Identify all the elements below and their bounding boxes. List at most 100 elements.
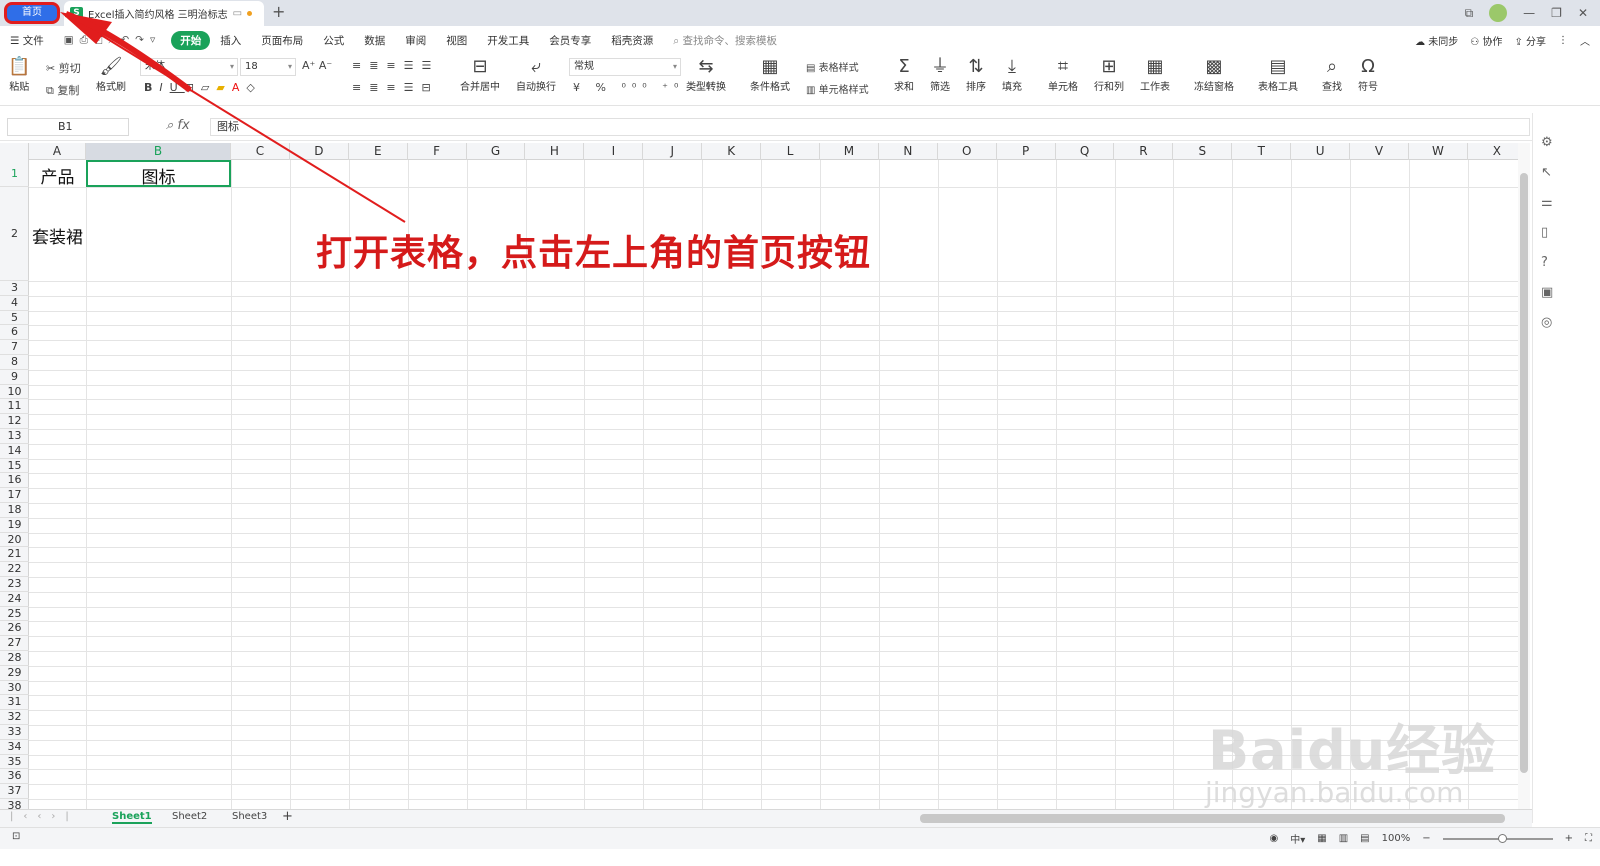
merge-center-button[interactable]: ⊟ 合并居中 bbox=[460, 56, 500, 93]
sheet-tab-1[interactable]: Sheet1 bbox=[112, 811, 152, 824]
table-style-button[interactable]: ▤ 表格样式 bbox=[806, 59, 859, 74]
style-icon[interactable]: ⚙ bbox=[1541, 135, 1553, 150]
row-header-16[interactable]: 16 bbox=[0, 473, 29, 489]
row-header-33[interactable]: 33 bbox=[0, 725, 29, 740]
restore-icon[interactable]: ❐ bbox=[1551, 6, 1562, 20]
column-header-l[interactable]: L bbox=[761, 143, 820, 160]
zoom-in-icon[interactable]: + bbox=[1565, 833, 1573, 844]
row-header-11[interactable]: 11 bbox=[0, 399, 29, 415]
more-icon[interactable]: ⋮ bbox=[1558, 35, 1568, 46]
column-header-m[interactable]: M bbox=[820, 143, 879, 160]
add-sheet-button[interactable]: + bbox=[282, 809, 293, 824]
column-header-x[interactable]: X bbox=[1468, 143, 1518, 160]
tab-docer[interactable]: 稻壳资源 bbox=[601, 33, 663, 48]
find-button[interactable]: ⌕ 查找 bbox=[1322, 56, 1342, 93]
column-header-i[interactable]: I bbox=[584, 143, 644, 160]
row-header-20[interactable]: 20 bbox=[0, 533, 29, 548]
filter-button[interactable]: ⏚ 筛选 bbox=[930, 56, 950, 93]
row-header-19[interactable]: 19 bbox=[0, 518, 29, 533]
column-header-v[interactable]: V bbox=[1350, 143, 1409, 160]
tab-developer[interactable]: 开发工具 bbox=[477, 33, 539, 48]
row-header-21[interactable]: 21 bbox=[0, 547, 29, 563]
row-header-35[interactable]: 35 bbox=[0, 755, 29, 770]
zoom-level[interactable]: 100% bbox=[1382, 833, 1411, 844]
row-header-26[interactable]: 26 bbox=[0, 621, 29, 637]
row-header-36[interactable]: 36 bbox=[0, 769, 29, 785]
tab-member[interactable]: 会员专享 bbox=[539, 33, 601, 48]
row-header-38[interactable]: 38 bbox=[0, 799, 29, 809]
row-header-9[interactable]: 9 bbox=[0, 370, 29, 385]
settings-icon[interactable]: ⚌ bbox=[1541, 195, 1553, 210]
table-tools-button[interactable]: ▤ 表格工具 bbox=[1258, 56, 1298, 93]
eye-icon[interactable]: ◉ bbox=[1270, 833, 1279, 844]
sum-button[interactable]: Σ 求和 bbox=[894, 56, 914, 93]
row-header-28[interactable]: 28 bbox=[0, 651, 29, 666]
sheet-tab-2[interactable]: Sheet2 bbox=[172, 811, 207, 822]
row-header-5[interactable]: 5 bbox=[0, 311, 29, 326]
row-header-3[interactable]: 3 bbox=[0, 281, 29, 296]
collab-button[interactable]: ⚇ 协作 bbox=[1470, 33, 1502, 48]
row-col-button[interactable]: ⊞ 行和列 bbox=[1094, 56, 1124, 93]
command-search[interactable]: ⌕ 查找命令、搜索模板 bbox=[663, 33, 787, 48]
row-header-13[interactable]: 13 bbox=[0, 429, 29, 444]
share-button[interactable]: ⇪ 分享 bbox=[1514, 33, 1546, 48]
type-convert-button[interactable]: ⇆ 类型转换 bbox=[686, 56, 726, 93]
row-header-37[interactable]: 37 bbox=[0, 784, 29, 799]
sheet-nav-icons[interactable]: |‹‹›| bbox=[10, 811, 79, 822]
row-header-6[interactable]: 6 bbox=[0, 325, 29, 341]
location-icon[interactable]: ◎ bbox=[1541, 315, 1552, 330]
document-icon[interactable]: ▯ bbox=[1541, 225, 1548, 240]
fill-button[interactable]: ⤓ 填充 bbox=[1002, 56, 1022, 93]
row-header-22[interactable]: 22 bbox=[0, 562, 29, 577]
cell-button[interactable]: ⌗ 单元格 bbox=[1048, 56, 1078, 93]
worksheet-button[interactable]: ▦ 工作表 bbox=[1140, 56, 1170, 93]
column-header-t[interactable]: T bbox=[1232, 143, 1292, 160]
column-header-g[interactable]: G bbox=[467, 143, 526, 160]
page-layout-icon[interactable]: ▥ bbox=[1339, 833, 1348, 844]
layout-icon[interactable]: ⧉ bbox=[1465, 6, 1474, 21]
row-header-23[interactable]: 23 bbox=[0, 577, 29, 592]
row-header-4[interactable]: 4 bbox=[0, 296, 29, 311]
minimize-icon[interactable]: — bbox=[1523, 6, 1535, 20]
select-icon[interactable]: ↖ bbox=[1541, 165, 1552, 180]
sheet-tab-3[interactable]: Sheet3 bbox=[232, 811, 267, 822]
column-header-n[interactable]: N bbox=[879, 143, 938, 160]
row-header-8[interactable]: 8 bbox=[0, 355, 29, 370]
row-header-34[interactable]: 34 bbox=[0, 740, 29, 755]
collapse-ribbon-icon[interactable]: ︿ bbox=[1580, 33, 1590, 48]
cond-format-button[interactable]: ▦ 条件格式 bbox=[750, 56, 790, 93]
sync-button[interactable]: ☁ 未同步 bbox=[1415, 33, 1458, 48]
row-header-32[interactable]: 32 bbox=[0, 710, 29, 725]
macro-icon[interactable]: ⊡ bbox=[12, 831, 20, 842]
row-header-30[interactable]: 30 bbox=[0, 681, 29, 696]
column-header-r[interactable]: R bbox=[1115, 143, 1174, 160]
page-break-icon[interactable]: ▤ bbox=[1360, 833, 1369, 844]
cell-style-button[interactable]: ▥ 单元格样式 bbox=[806, 81, 869, 96]
zoom-slider[interactable] bbox=[1442, 833, 1553, 843]
row-header-31[interactable]: 31 bbox=[0, 695, 29, 711]
column-header-q[interactable]: Q bbox=[1056, 143, 1115, 160]
number-format-select[interactable]: 常规 bbox=[569, 58, 681, 76]
zoom-slider-knob[interactable] bbox=[1497, 833, 1507, 843]
vertical-scroll-thumb[interactable] bbox=[1520, 173, 1528, 773]
column-header-o[interactable]: O bbox=[938, 143, 997, 160]
sort-button[interactable]: ⇅ 排序 bbox=[966, 56, 986, 93]
row-header-14[interactable]: 14 bbox=[0, 444, 29, 459]
input-method-icon[interactable]: 中▾ bbox=[1290, 831, 1305, 846]
column-header-p[interactable]: P bbox=[997, 143, 1056, 160]
row-header-15[interactable]: 15 bbox=[0, 459, 29, 474]
horizontal-scrollbar[interactable] bbox=[920, 814, 1505, 823]
normal-view-icon[interactable]: ▦ bbox=[1317, 833, 1326, 844]
row-header-17[interactable]: 17 bbox=[0, 488, 29, 503]
symbol-button[interactable]: Ω 符号 bbox=[1358, 56, 1378, 93]
fullscreen-icon[interactable]: ⛶ bbox=[1585, 833, 1592, 844]
column-header-h[interactable]: H bbox=[526, 143, 585, 160]
wrap-text-button[interactable]: ⤶ 自动换行 bbox=[516, 56, 556, 93]
column-header-j[interactable]: J bbox=[643, 143, 703, 160]
column-header-k[interactable]: K bbox=[702, 143, 762, 160]
column-header-s[interactable]: S bbox=[1173, 143, 1233, 160]
row-header-18[interactable]: 18 bbox=[0, 503, 29, 518]
vertical-scrollbar[interactable] bbox=[1518, 143, 1530, 809]
column-header-u[interactable]: U bbox=[1291, 143, 1351, 160]
row-header-27[interactable]: 27 bbox=[0, 636, 29, 651]
